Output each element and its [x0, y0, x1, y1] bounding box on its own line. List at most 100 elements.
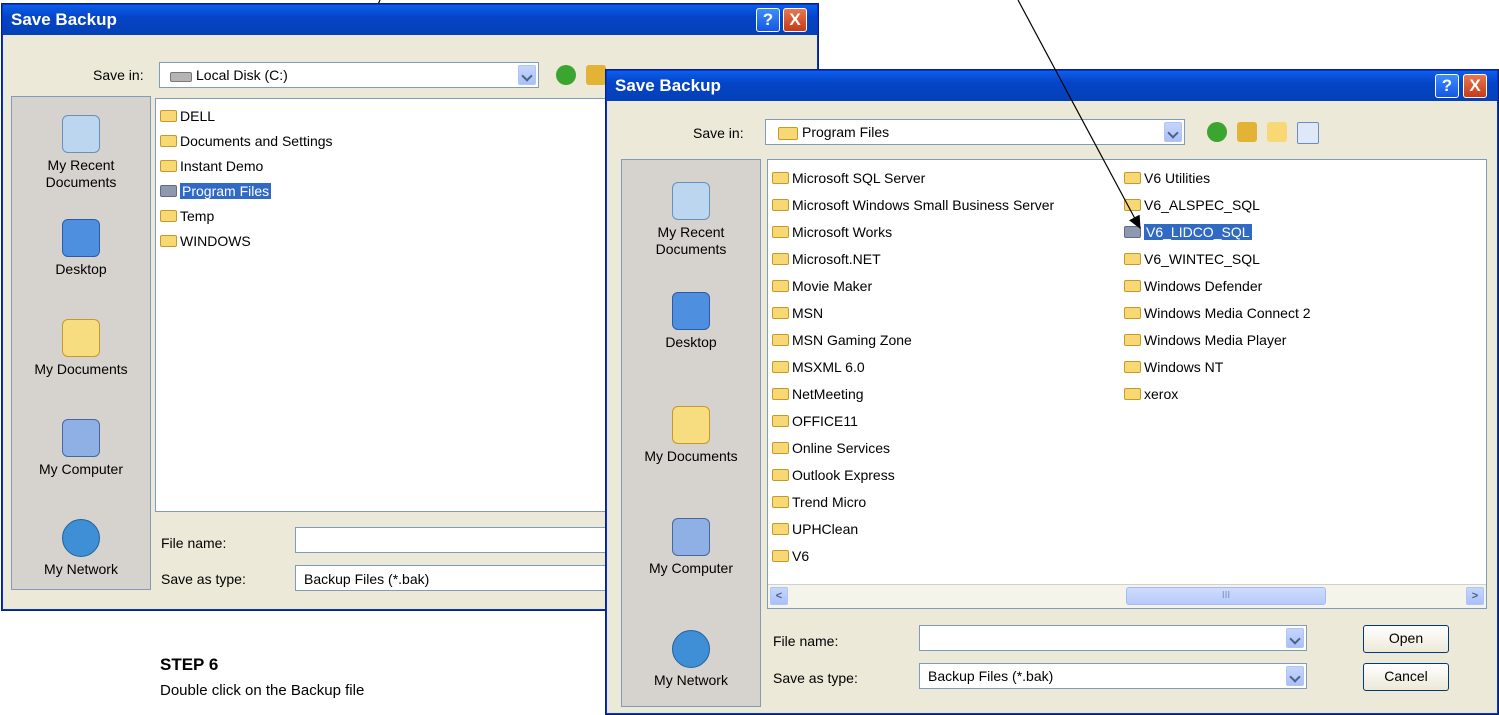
folder-item[interactable]: Movie Maker [772, 276, 872, 296]
file-name-input[interactable] [919, 625, 1307, 651]
place-my-network[interactable]: My Network [12, 519, 150, 578]
folder-icon [1124, 307, 1141, 319]
folder-item[interactable]: xerox [1124, 384, 1178, 404]
place-my-computer[interactable]: My Computer [12, 419, 150, 478]
folder-icon [772, 442, 789, 454]
close-button[interactable]: X [1463, 74, 1487, 98]
folder-item[interactable]: Online Services [772, 438, 890, 458]
my-computer-icon [672, 518, 710, 556]
folder-icon [160, 210, 177, 222]
folder-icon [772, 226, 789, 238]
folder-icon [1124, 199, 1141, 211]
folder-item[interactable]: Trend Micro [772, 492, 866, 512]
my-network-icon [62, 519, 100, 557]
up-folder-icon[interactable] [586, 65, 606, 85]
chevron-down-icon[interactable] [1164, 122, 1182, 142]
close-button[interactable]: X [783, 8, 807, 32]
folder-icon [772, 334, 789, 346]
folder-item[interactable]: NetMeeting [772, 384, 864, 404]
folder-item[interactable]: Microsoft.NET [772, 249, 881, 269]
file-list[interactable]: Microsoft SQL Server Microsoft Windows S… [767, 159, 1487, 609]
folder-item[interactable]: MSXML 6.0 [772, 357, 865, 377]
scroll-thumb[interactable]: III [1126, 587, 1326, 605]
place-my-documents[interactable]: My Documents [12, 319, 150, 378]
folder-icon [160, 160, 177, 172]
folder-item[interactable]: Microsoft Windows Small Business Server [772, 195, 1054, 215]
folder-item[interactable]: V6_ALSPEC_SQL [1124, 195, 1260, 215]
back-icon[interactable] [556, 65, 576, 85]
place-desktop[interactable]: Desktop [12, 219, 150, 278]
place-recent-documents[interactable]: My Recent Documents [622, 182, 760, 258]
folder-item[interactable]: Instant Demo [160, 156, 263, 176]
save-in-combo[interactable]: Program Files [765, 119, 1185, 145]
chevron-down-icon[interactable] [1286, 628, 1304, 648]
place-desktop[interactable]: Desktop [622, 292, 760, 351]
folder-item[interactable]: UPHClean [772, 519, 858, 539]
folder-icon [772, 469, 789, 481]
views-menu-icon[interactable] [1297, 122, 1319, 144]
folder-icon [772, 280, 789, 292]
save-in-combo[interactable]: Local Disk (C:) [159, 62, 539, 88]
place-my-documents[interactable]: My Documents [622, 406, 760, 465]
title-bar: Save Backup ? X [3, 5, 817, 35]
chevron-down-icon[interactable] [518, 65, 536, 85]
folder-item[interactable]: Documents and Settings [160, 131, 333, 151]
folder-icon [1124, 253, 1141, 265]
open-button[interactable]: Open [1363, 625, 1449, 653]
folder-item[interactable]: Microsoft Works [772, 222, 892, 242]
folder-item[interactable]: Temp [160, 206, 214, 226]
back-icon[interactable] [1207, 122, 1227, 142]
dialog-title: Save Backup [11, 10, 117, 29]
horizontal-scrollbar[interactable]: < III > [768, 584, 1486, 608]
cancel-button[interactable]: Cancel [1363, 663, 1449, 691]
folder-item[interactable]: DELL [160, 106, 215, 126]
title-bar: Save Backup ? X [607, 71, 1497, 101]
folder-icon [1124, 388, 1141, 400]
folder-item[interactable]: Windows Media Connect 2 [1124, 303, 1311, 323]
help-button[interactable]: ? [1435, 74, 1459, 98]
folder-item[interactable]: OFFICE11 [772, 411, 858, 431]
file-name-label: File name: [773, 633, 839, 649]
folder-item[interactable]: Microsoft SQL Server [772, 168, 925, 188]
folder-item[interactable]: V6 [772, 546, 809, 566]
folder-item[interactable]: Windows Defender [1124, 276, 1262, 296]
folder-item-selected[interactable]: Program Files [160, 181, 272, 201]
folder-icon [160, 185, 177, 197]
new-folder-icon[interactable] [1267, 122, 1287, 142]
folder-item[interactable]: MSN [772, 303, 823, 323]
place-recent-documents[interactable]: My Recent Documents [12, 115, 150, 191]
dialog-title: Save Backup [615, 76, 721, 95]
step-text: Double click on the Backup file [160, 682, 365, 699]
chevron-down-icon[interactable] [1286, 666, 1304, 686]
recent-documents-icon [672, 182, 710, 220]
up-folder-icon[interactable] [1237, 122, 1257, 142]
scroll-left-icon[interactable]: < [770, 587, 788, 605]
folder-item[interactable]: Windows Media Player [1124, 330, 1286, 350]
place-my-computer[interactable]: My Computer [622, 518, 760, 577]
folder-icon [160, 235, 177, 247]
save-in-label: Save in: [693, 125, 744, 141]
folder-item[interactable]: WINDOWS [160, 231, 251, 251]
folder-item[interactable]: V6 Utilities [1124, 168, 1210, 188]
folder-icon [772, 523, 789, 535]
my-documents-icon [672, 406, 710, 444]
folder-item[interactable]: Windows NT [1124, 357, 1223, 377]
place-my-network[interactable]: My Network [622, 630, 760, 689]
folder-icon [772, 550, 789, 562]
folder-icon [1124, 361, 1141, 373]
save-as-type-label: Save as type: [161, 571, 246, 587]
folder-icon [772, 172, 789, 184]
folder-item[interactable]: Outlook Express [772, 465, 895, 485]
folder-icon [1124, 226, 1141, 238]
my-computer-icon [62, 419, 100, 457]
save-as-type-select[interactable]: Backup Files (*.bak) [919, 663, 1307, 689]
my-documents-icon [62, 319, 100, 357]
folder-item[interactable]: MSN Gaming Zone [772, 330, 912, 350]
folder-item-selected[interactable]: V6_LIDCO_SQL [1124, 222, 1253, 242]
save-in-value: Local Disk (C:) [196, 67, 288, 83]
folder-icon [772, 388, 789, 400]
help-button[interactable]: ? [756, 8, 780, 32]
scroll-right-icon[interactable]: > [1466, 587, 1484, 605]
folder-item[interactable]: V6_WINTEC_SQL [1124, 249, 1260, 269]
drive-icon [170, 72, 192, 82]
